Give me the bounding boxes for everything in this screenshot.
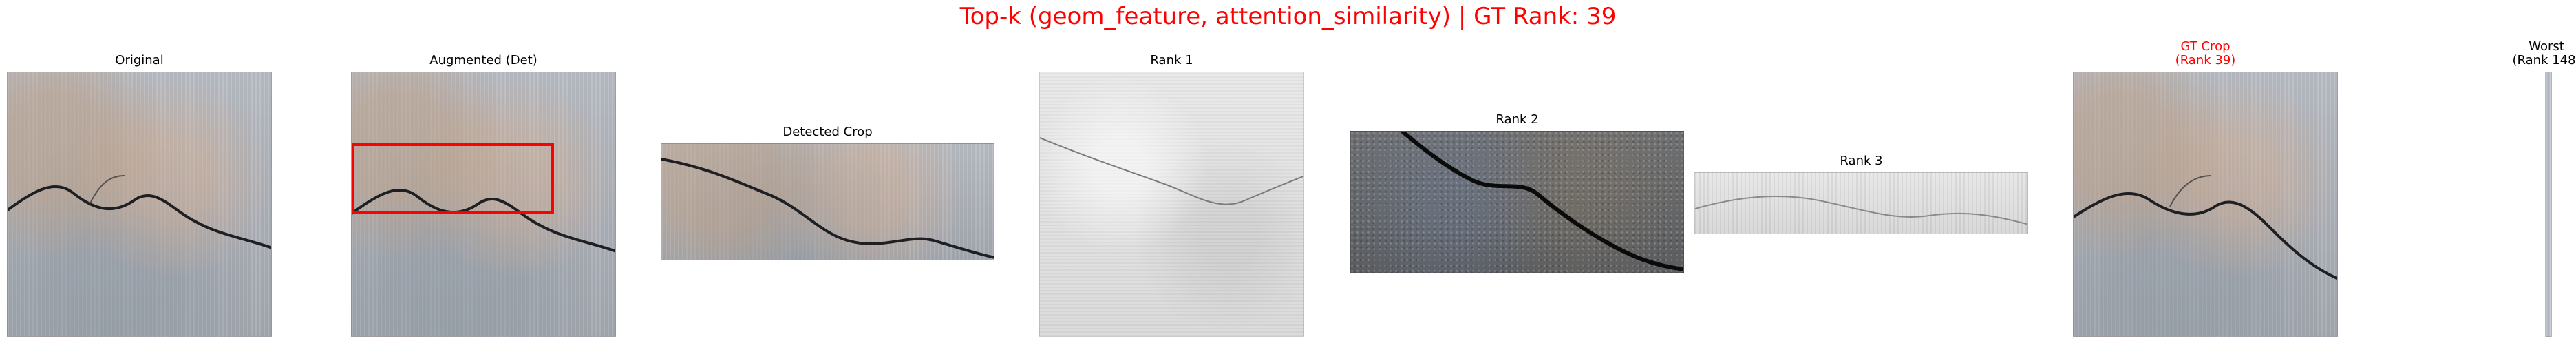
caption-gt-crop: GT Crop (Rank 39) [2175, 40, 2236, 68]
image-detected-crop [661, 143, 994, 260]
image-rank-2 [1350, 131, 1684, 273]
crack-overlay-gt-crop [2074, 175, 2337, 280]
crack-overlay-detected-crop [661, 158, 994, 259]
caption-gt-crop-line1: GT Crop [2180, 39, 2231, 54]
image-rank-3 [1694, 172, 2028, 234]
image-augmented [351, 72, 616, 337]
caption-augmented: Augmented (Det) [429, 53, 537, 68]
caption-rank-1: Rank 1 [1150, 53, 1193, 68]
panel-worst: Worst (Rank 148) [2512, 40, 2576, 337]
panel-rank-1: Rank 1 [1039, 53, 1304, 337]
crack-overlay-rank-2 [1401, 132, 1683, 271]
caption-gt-crop-line2: (Rank 39) [2175, 53, 2236, 68]
crack-overlay-augmented [352, 143, 615, 253]
panel-rank-2: Rank 2 [1350, 113, 1684, 277]
caption-worst-line1: Worst [2529, 39, 2564, 54]
panel-augmented: Augmented (Det) [351, 53, 616, 337]
image-rank-1 [1039, 72, 1304, 337]
panel-detected-crop: Detected Crop [661, 125, 994, 263]
figure-title: Top-k (geom_feature, attention_similarit… [959, 3, 1617, 30]
detection-bounding-box [352, 143, 554, 214]
panel-original: Original [7, 53, 272, 337]
caption-original: Original [115, 53, 164, 68]
caption-worst-line2: (Rank 148) [2512, 53, 2576, 68]
caption-rank-2: Rank 2 [1495, 112, 1539, 127]
crack-overlay-rank-3 [1695, 196, 2027, 225]
caption-detected-crop: Detected Crop [783, 125, 873, 139]
image-worst [2545, 72, 2552, 337]
panel-rank-3: Rank 3 [1694, 154, 2028, 237]
crack-overlay-rank-1 [1040, 137, 1303, 205]
crack-overlay-original [8, 175, 271, 249]
caption-worst: Worst (Rank 148) [2512, 40, 2576, 68]
image-original [7, 72, 272, 337]
image-gt-crop [2073, 72, 2338, 337]
caption-rank-3: Rank 3 [1840, 154, 1883, 168]
panel-gt-crop: GT Crop (Rank 39) [2073, 40, 2338, 337]
